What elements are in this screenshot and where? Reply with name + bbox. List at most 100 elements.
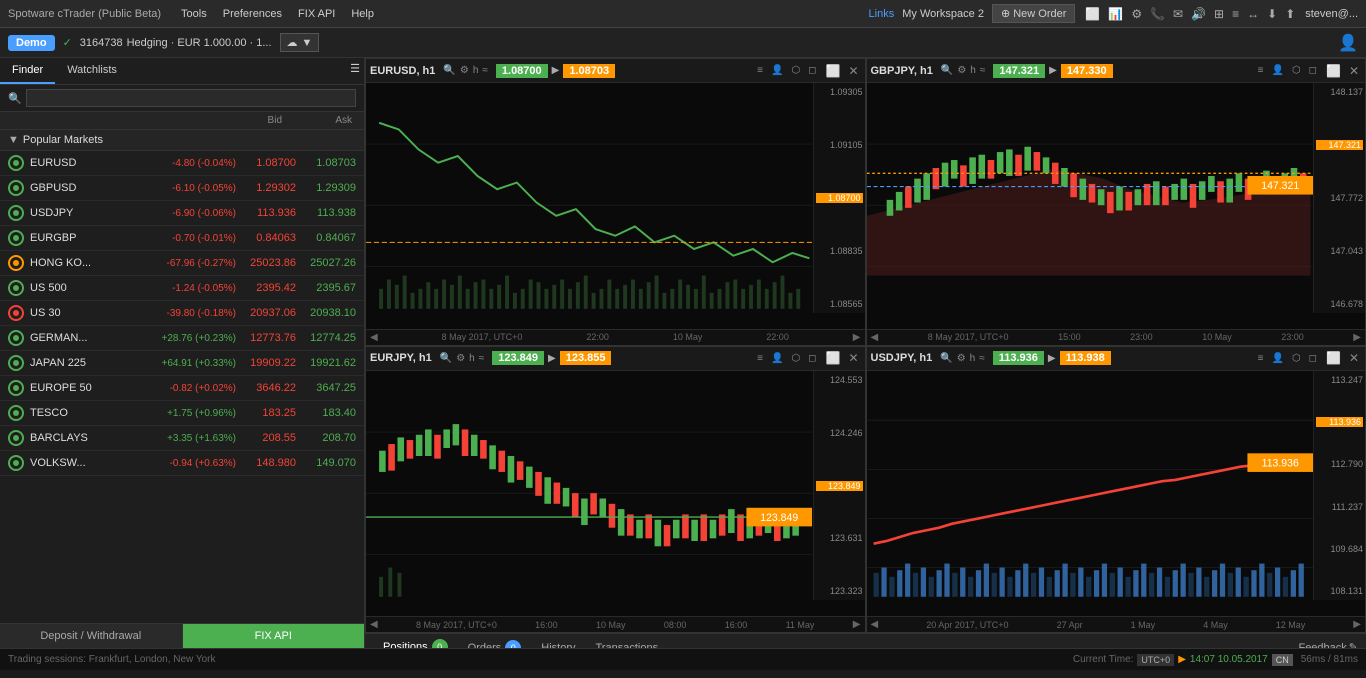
chart-eurjpy-zoom-icon[interactable]: 🔍 (440, 353, 452, 364)
tab-watchlists[interactable]: Watchlists (55, 58, 129, 84)
gbpjpy-price3: 147.043 (1316, 246, 1363, 256)
menu-help[interactable]: Help (343, 0, 382, 28)
chart-gbpjpy-tool4[interactable]: ◻ (1306, 64, 1320, 77)
list-item[interactable]: VOLKSW... -0.94 (+0.63%) 148.980 149.070 (0, 451, 364, 476)
chart-eurusd-bottom: ◀ 8 May 2017, UTC+0 22:00 10 May 22:00 ▶ (366, 329, 865, 345)
list-item[interactable]: HONG KO... -67.96 (-0.27%) 25023.86 2502… (0, 251, 364, 276)
chart-eurjpy-extra-time: 11 May (786, 620, 815, 630)
sidebar-options-icon[interactable]: ☰ (346, 58, 364, 84)
chart-eurusd-settings-icon[interactable]: ⚙ (460, 65, 469, 76)
tab-finder[interactable]: Finder (0, 58, 55, 84)
tab-orders[interactable]: Orders 0 (458, 636, 532, 648)
list-item[interactable]: GERMAN... +28.76 (+0.23%) 12773.76 12774… (0, 326, 364, 351)
menu-tools[interactable]: Tools (173, 0, 215, 28)
grid-icon[interactable]: ⊞ (1212, 5, 1226, 23)
mail-icon[interactable]: ✉ (1171, 5, 1185, 23)
speaker-icon[interactable]: 🔊 (1189, 5, 1208, 23)
avatar-icon[interactable]: 👤 (1338, 35, 1358, 52)
chart-gbpjpy-next[interactable]: ▶ (1353, 332, 1361, 343)
tab-positions[interactable]: Positions 0 (373, 635, 458, 648)
chart-usdjpy-zoom-icon[interactable]: 🔍 (940, 353, 952, 364)
search-input[interactable] (26, 89, 356, 107)
chart-eurusd-prev[interactable]: ◀ (370, 332, 378, 343)
chart-eurusd-tool2[interactable]: 👤 (768, 64, 786, 77)
deposit-button[interactable]: Deposit / Withdrawal (0, 624, 183, 648)
chart-eurjpy-tool2[interactable]: 👤 (768, 352, 786, 365)
account-dropdown[interactable]: ☁ ▼ (280, 33, 320, 52)
list-item[interactable]: USDJPY -6.90 (-0.06%) 113.936 113.938 (0, 201, 364, 226)
chart-usdjpy-tool2[interactable]: 👤 (1268, 352, 1286, 365)
menu-preferences[interactable]: Preferences (215, 0, 290, 28)
chart-eurusd-next[interactable]: ▶ (853, 332, 861, 343)
chart-usdjpy-max-icon[interactable]: ⬜ (1324, 351, 1343, 365)
chart-usdjpy-tool4[interactable]: ◻ (1306, 352, 1320, 365)
tab-transactions[interactable]: Transactions (586, 638, 669, 648)
chart-gbpjpy-price-scale: 148.137 147.321 147.772 147.043 146.678 (1313, 83, 1365, 313)
chart-usdjpy-next[interactable]: ▶ (1353, 619, 1361, 630)
chart-usdjpy-close-icon[interactable]: ✕ (1347, 351, 1361, 365)
download-icon[interactable]: ⬇ (1265, 5, 1279, 23)
list-item[interactable]: EUROPE 50 -0.82 (+0.02%) 3646.22 3647.25 (0, 376, 364, 401)
new-order-button-top[interactable]: ⊕ New Order (992, 4, 1075, 23)
tab-history[interactable]: History (531, 638, 585, 648)
workspace-selector[interactable]: My Workspace 2 (902, 8, 984, 20)
chart-usdjpy-tool1[interactable]: ≡ (1255, 352, 1267, 365)
market-group-header[interactable]: ▼ Popular Markets (0, 130, 364, 151)
chart-eurusd-close-icon[interactable]: ✕ (846, 64, 860, 78)
list-item[interactable]: EURUSD -4.80 (-0.04%) 1.08700 1.08703 (0, 151, 364, 176)
chart-eurjpy-max-icon[interactable]: ⬜ (823, 351, 842, 365)
chart-eurjpy-tool4[interactable]: ◻ (805, 352, 819, 365)
list-item[interactable]: US 30 -39.80 (-0.18%) 20937.06 20938.10 (0, 301, 364, 326)
chart-gbpjpy-prev[interactable]: ◀ (871, 332, 879, 343)
market-name: USDJPY (30, 207, 146, 219)
monitor-icon[interactable]: ⬜ (1083, 5, 1102, 23)
market-icon (8, 255, 24, 271)
arrow-right-icon: ▶ (1178, 654, 1186, 665)
chart-eurjpy-tool1[interactable]: ≡ (754, 352, 766, 365)
chart-eurjpy-price-scale: 124.553 124.246 123.849 123.631 123.323 (813, 371, 865, 601)
chart-gbpjpy-max-icon[interactable]: ⬜ (1324, 64, 1343, 78)
arrow-icon[interactable]: ↔ (1245, 5, 1261, 23)
chart-gbpjpy-zoom-icon[interactable]: 🔍 (941, 65, 953, 76)
list-icon[interactable]: ≡ (1230, 5, 1241, 23)
chart-usdjpy-prev[interactable]: ◀ (871, 619, 879, 630)
chart-eurjpy-prev[interactable]: ◀ (370, 619, 378, 630)
market-ask: 1.08703 (296, 157, 356, 169)
chart-usdjpy-tool3[interactable]: ⬡ (1289, 352, 1304, 365)
links-button[interactable]: Links (869, 8, 895, 20)
chart-eurjpy-settings-icon[interactable]: ⚙ (456, 353, 465, 364)
feedback-button[interactable]: Feedback ✎ (1298, 641, 1358, 648)
chart-eurjpy-next[interactable]: ▶ (853, 619, 861, 630)
list-item[interactable]: TESCO +1.75 (+0.96%) 183.25 183.40 (0, 401, 364, 426)
list-item[interactable]: EURGBP -0.70 (-0.01%) 0.84063 0.84067 (0, 226, 364, 251)
chart-gbpjpy-settings-icon[interactable]: ⚙ (957, 65, 966, 76)
phone-icon[interactable]: 📞 (1148, 5, 1167, 23)
chart-eurusd-tool1[interactable]: ≡ (754, 64, 766, 77)
market-change: +64.91 (+0.33%) (146, 358, 236, 369)
chart-eurjpy-tool3[interactable]: ⬡ (788, 352, 803, 365)
chart-eurusd-max-icon[interactable]: ⬜ (823, 64, 842, 78)
list-item[interactable]: JAPAN 225 +64.91 (+0.33%) 19909.22 19921… (0, 351, 364, 376)
chart-gbpjpy-tool3[interactable]: ⬡ (1289, 64, 1304, 77)
chart-eurusd-zoom-icon[interactable]: 🔍 (443, 65, 455, 76)
chart-icon[interactable]: 📊 (1106, 5, 1125, 23)
menu-fix-api[interactable]: FIX API (290, 0, 343, 28)
group-arrow-icon: ▼ (8, 134, 19, 146)
account-number: 3164738 (80, 37, 123, 49)
chart-gbpjpy-tool1[interactable]: ≡ (1255, 64, 1267, 77)
chart-usdjpy-settings-icon[interactable]: ⚙ (957, 353, 966, 364)
list-item[interactable]: BARCLAYS +3.35 (+1.63%) 208.55 208.70 (0, 426, 364, 451)
chart-eurjpy-close-icon[interactable]: ✕ (846, 351, 860, 365)
chart-gbpjpy-tool2[interactable]: 👤 (1268, 64, 1286, 77)
upload-icon[interactable]: ⬆ (1283, 5, 1297, 23)
chart-eurusd-arrow-icon: ≈ (482, 65, 488, 76)
chart-eurusd-tool4[interactable]: ◻ (805, 64, 819, 77)
list-item[interactable]: GBPUSD -6.10 (-0.05%) 1.29302 1.29309 (0, 176, 364, 201)
chart-gbpjpy-body: 147.321 148.137 147.321 147.772 147.043 … (867, 83, 1366, 329)
chart-gbpjpy-close-icon[interactable]: ✕ (1347, 64, 1361, 78)
chart-eurusd-tool3[interactable]: ⬡ (788, 64, 803, 77)
settings-icon[interactable]: ⚙ (1129, 5, 1144, 23)
fix-api-button[interactable]: FIX API (183, 624, 365, 648)
price-label-2: 1.09105 (816, 140, 863, 150)
list-item[interactable]: US 500 -1.24 (-0.05%) 2395.42 2395.67 (0, 276, 364, 301)
